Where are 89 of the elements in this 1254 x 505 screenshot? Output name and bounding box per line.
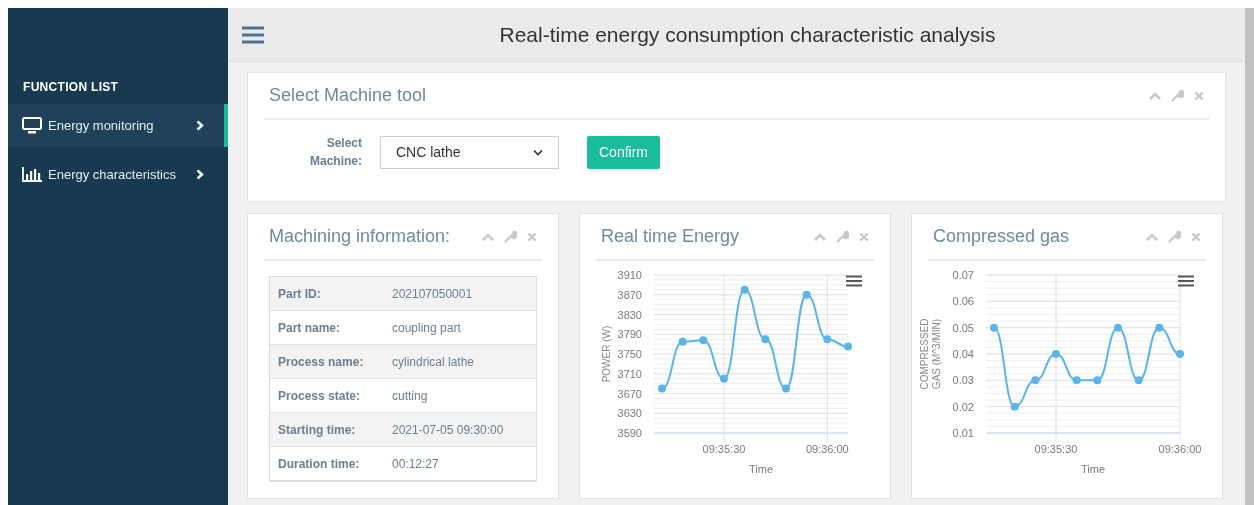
- row-value: 00:12:27: [392, 455, 439, 473]
- y-tick-label: 3590: [617, 427, 642, 439]
- data-point: [1052, 350, 1060, 358]
- y-tick-label: 3830: [617, 308, 642, 321]
- close-icon[interactable]: [527, 231, 537, 242]
- x-axis-title: Time: [749, 463, 773, 475]
- x-axis-title: Time: [1081, 463, 1105, 475]
- row-label: Part name:: [277, 319, 342, 337]
- chevron-right-icon: [196, 169, 204, 180]
- sidebar-item[interactable]: Energy monitoring: [8, 104, 228, 147]
- menu-icon[interactable]: [1178, 275, 1194, 287]
- wrench-icon[interactable]: [504, 230, 517, 243]
- row-label: Process name:: [277, 353, 365, 371]
- y-axis-title: POWER (W): [601, 325, 612, 383]
- sidebar-label: Energy monitoring: [48, 116, 155, 135]
- data-point: [1114, 323, 1122, 332]
- machine-select[interactable]: CNC lathe: [380, 135, 559, 169]
- close-icon[interactable]: [1191, 231, 1201, 242]
- row-value: cylindrical lathe: [392, 353, 475, 371]
- y-tick-label: 3910: [617, 269, 642, 281]
- caret-icon: [533, 148, 543, 156]
- data-point: [782, 384, 790, 393]
- data-point: [678, 337, 687, 346]
- close-icon[interactable]: [859, 231, 869, 242]
- field-label: Select Machine:: [309, 135, 362, 170]
- row-value: cutting: [392, 387, 428, 405]
- data-point: [699, 336, 708, 345]
- wrench-icon[interactable]: [836, 230, 849, 243]
- row-label: Duration time:: [277, 455, 361, 473]
- page-title: Real-time energy consumption characteristic analysis: [498, 21, 997, 48]
- data-point: [802, 290, 811, 299]
- row-label: Process state:: [277, 387, 362, 405]
- row-value: coupling part: [392, 319, 461, 337]
- sidebar-label: Energy characteristics: [48, 165, 177, 184]
- data-point: [990, 323, 998, 332]
- sidebar-heading: FUNCTION LIST: [22, 79, 120, 96]
- data-point: [1093, 376, 1102, 385]
- data-point: [740, 285, 749, 294]
- y-tick-label: 0.06: [952, 295, 974, 308]
- y-tick-label: 0.03: [952, 374, 974, 387]
- y-axis-title: COMPRESSED GAS (M^3/MIN): [919, 318, 942, 390]
- row-label: Part ID:: [277, 285, 322, 303]
- monitor-icon: [22, 117, 42, 134]
- wrench-icon[interactable]: [1171, 89, 1184, 102]
- menu-icon[interactable]: [846, 275, 862, 287]
- y-tick-label: 0.07: [952, 269, 974, 281]
- panel-title: Machining information:: [269, 225, 451, 248]
- data-point: [1176, 350, 1184, 358]
- y-tick-label: 3750: [617, 348, 642, 360]
- y-tick-label: 0.05: [952, 321, 974, 334]
- x-tick-label: 09:35:30: [702, 443, 746, 455]
- panel-title: Real time Energy: [601, 225, 740, 248]
- row-value: 2021-07-05 09:30:00: [392, 421, 504, 439]
- collapse-icon[interactable]: [482, 232, 494, 241]
- chevron-right-icon: [196, 120, 204, 131]
- y-tick-label: 3790: [617, 328, 642, 341]
- data-point: [720, 374, 728, 383]
- x-tick-label: 09:36:00: [805, 443, 849, 455]
- collapse-icon[interactable]: [1146, 232, 1158, 241]
- y-tick-label: 0.02: [952, 400, 974, 413]
- data-point: [658, 384, 666, 393]
- menu-icon[interactable]: [242, 25, 264, 44]
- close-icon[interactable]: [1194, 90, 1204, 101]
- data-point: [1134, 376, 1143, 385]
- panel-title: Compressed gas: [933, 225, 1070, 248]
- sidebar-item[interactable]: Energy characteristics: [8, 153, 228, 196]
- data-point: [844, 342, 852, 351]
- scrollbar[interactable]: [1245, 8, 1254, 505]
- wrench-icon[interactable]: [1168, 230, 1181, 243]
- y-tick-label: 0.01: [952, 427, 974, 439]
- x-tick-label: 09:36:00: [1158, 443, 1202, 455]
- data-point: [761, 335, 770, 344]
- data-point: [1072, 376, 1081, 385]
- collapse-icon[interactable]: [814, 232, 826, 241]
- panel-title: Select Machine tool: [269, 84, 427, 107]
- y-tick-label: 3870: [617, 288, 642, 301]
- y-tick-label: 0.04: [952, 348, 974, 360]
- data-point: [1155, 323, 1164, 332]
- data-point: [823, 335, 832, 344]
- y-tick-label: 3630: [617, 407, 642, 420]
- x-tick-label: 09:35:30: [1034, 443, 1078, 455]
- y-tick-label: 3670: [617, 387, 642, 400]
- data-point: [1031, 376, 1040, 385]
- bar-chart-icon: [22, 167, 42, 182]
- data-point: [1010, 402, 1019, 411]
- y-tick-label: 3710: [617, 367, 642, 380]
- collapse-icon[interactable]: [1149, 91, 1161, 100]
- row-label: Starting time:: [277, 421, 357, 439]
- row-value: 202107050001: [392, 285, 473, 303]
